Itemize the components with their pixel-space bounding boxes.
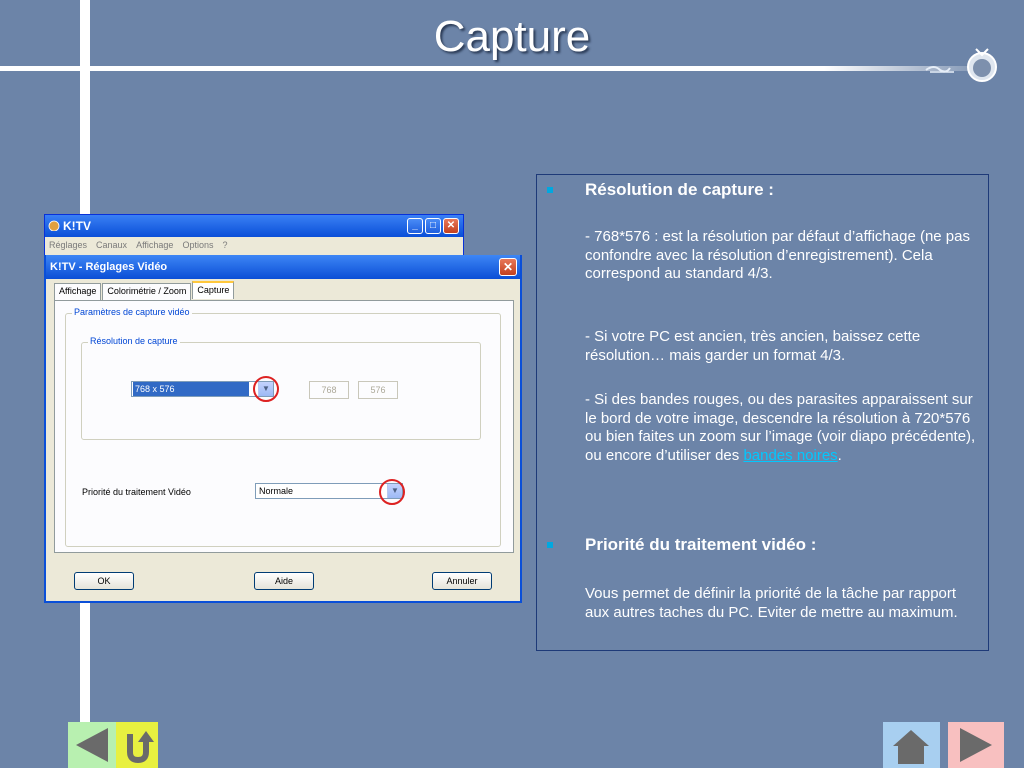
explanation-panel: Résolution de capture : - 768*576 : est … xyxy=(536,174,989,651)
ok-button[interactable]: OK xyxy=(74,572,134,590)
home-button[interactable] xyxy=(883,722,940,768)
tab-capture[interactable]: Capture xyxy=(192,281,235,299)
tab-affichage[interactable]: Affichage xyxy=(54,283,102,301)
video-settings-dialog: K!TV - Réglages Vidéo ✕ Affichage Colori… xyxy=(44,255,522,603)
menu-item-help[interactable]: ? xyxy=(222,240,227,250)
menu-item-options[interactable]: Options xyxy=(182,240,213,250)
height-field[interactable]: 576 xyxy=(358,381,398,399)
paragraph-old-pc: - Si votre PC est ancien, très ancien, b… xyxy=(585,328,921,364)
highlight-circle xyxy=(253,376,279,402)
dialog-close-button[interactable]: ✕ xyxy=(499,258,517,276)
decorative-horizontal-line xyxy=(0,66,970,71)
paragraph-default-resolution: - 768*576 : est la résolution par défaut… xyxy=(585,228,970,282)
tab-colorimetrie[interactable]: Colorimétrie / Zoom xyxy=(102,283,192,301)
bullet-marker xyxy=(547,542,553,548)
help-button[interactable]: Aide xyxy=(254,572,314,590)
resolution-group-label: Résolution de capture xyxy=(88,336,180,346)
black-bands-link[interactable]: bandes noires xyxy=(743,447,837,464)
width-field[interactable]: 768 xyxy=(309,381,349,399)
red-bands-end: . xyxy=(837,446,842,464)
return-arrow-icon xyxy=(127,731,154,764)
kitv-menubar: Réglages Canaux Affichage Options ? xyxy=(45,237,463,253)
next-slide-button[interactable] xyxy=(948,722,1004,768)
arrow-right-icon xyxy=(960,728,992,762)
tv-app-icon xyxy=(48,220,60,231)
dialog-tabs: Affichage Colorimétrie / Zoom Capture xyxy=(54,281,235,301)
menu-item-canaux[interactable]: Canaux xyxy=(96,240,127,250)
maximize-button[interactable]: □ xyxy=(425,218,441,234)
arrow-left-icon xyxy=(76,728,108,762)
dialog-titlebar: K!TV - Réglages Vidéo ✕ xyxy=(46,255,520,279)
priority-label: Priorité du traitement Vidéo xyxy=(82,487,191,497)
tv-logo-icon xyxy=(925,48,997,82)
dialog-title: K!TV - Réglages Vidéo xyxy=(50,261,168,273)
priority-select-value: Normale xyxy=(259,486,294,496)
kitv-titlebar: K!TV _ □ ✕ xyxy=(45,215,463,237)
slide-title: Capture xyxy=(433,12,591,61)
cancel-button[interactable]: Annuler xyxy=(432,572,492,590)
capture-tab-panel: Paramètres de capture vidéo Résolution d… xyxy=(54,300,514,553)
paragraph-red-bands: - Si des bandes rouges, ou des parasites… xyxy=(585,391,980,465)
home-icon xyxy=(893,730,929,764)
bullet-marker xyxy=(547,187,553,193)
resolution-select-value: 768 x 576 xyxy=(133,382,249,396)
heading-priority: Priorité du traitement vidéo : xyxy=(585,535,817,554)
menu-item-affichage[interactable]: Affichage xyxy=(136,240,173,250)
capture-params-label: Paramètres de capture vidéo xyxy=(72,307,192,317)
paragraph-priority: Vous permet de définir la priorité de la… xyxy=(585,585,958,621)
close-button[interactable]: ✕ xyxy=(443,218,459,234)
minimize-button[interactable]: _ xyxy=(407,218,423,234)
highlight-circle xyxy=(379,479,405,505)
kitv-title: K!TV xyxy=(63,219,91,233)
heading-resolution: Résolution de capture : xyxy=(585,180,774,199)
previous-slide-button[interactable] xyxy=(68,722,116,768)
return-button[interactable] xyxy=(116,722,158,768)
menu-item-reglages[interactable]: Réglages xyxy=(49,240,87,250)
